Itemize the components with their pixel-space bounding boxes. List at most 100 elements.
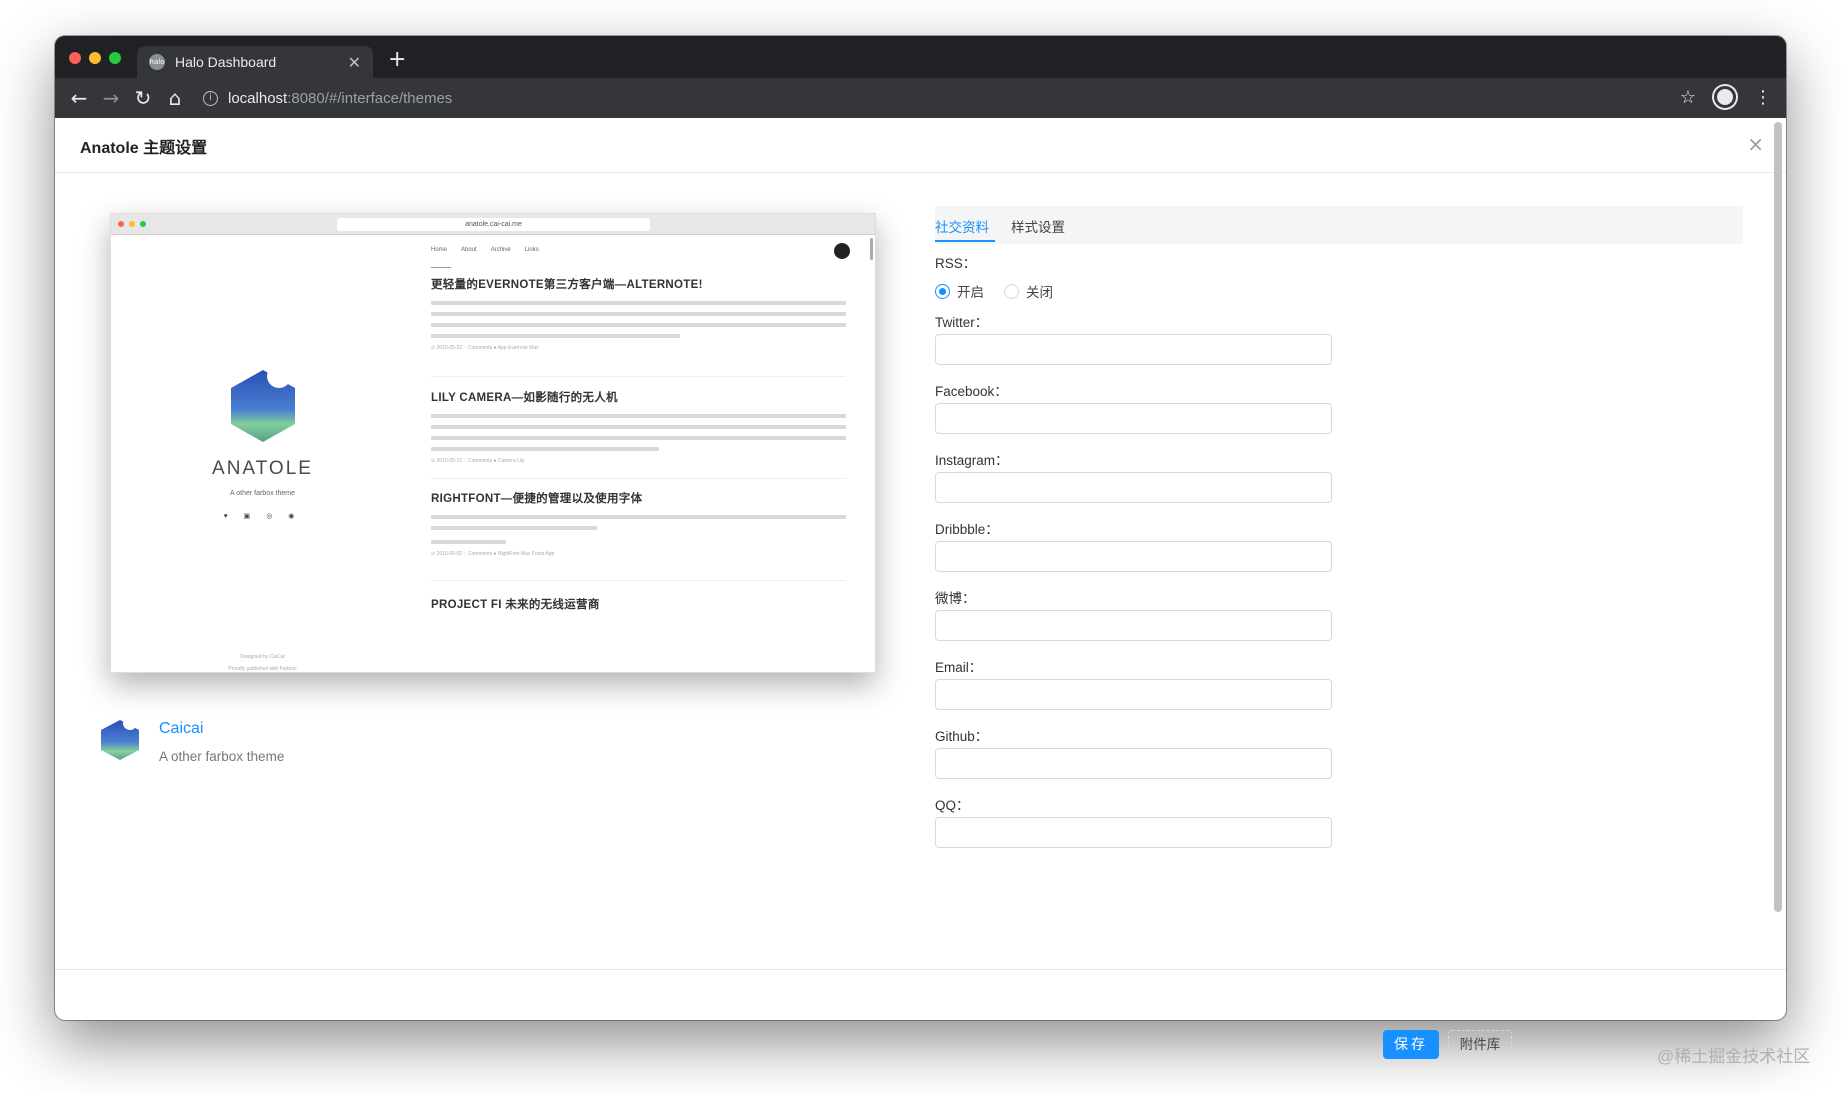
preview-social-icons: ♥ ▣ ◎ ◉ [223,513,302,520]
preview-text-line [431,323,846,327]
rss-off-label[interactable]: 关闭 [1026,281,1053,301]
preview-footer-1: Designed by CaiCai [240,654,285,660]
rss-radio-group: 开启 关闭 [935,281,1073,301]
preview-site-tagline: A other farbox theme [230,490,295,497]
preview-maximize-icon [140,221,146,227]
profile-icon[interactable] [1714,86,1736,108]
preview-text-line [431,301,846,305]
dribbble-label: Dribbble： [935,522,999,537]
preview-browser-bar: anatole.cai-cai.me [111,214,875,235]
preview-text-line [431,436,846,440]
preview-nav-item: Home [431,247,448,253]
address-bar[interactable]: i localhost:8080/#/interface/themes [203,90,452,107]
preview-text-line [431,425,846,429]
preview-post-meta: ⊙ 2015-05-12 ◌ Comments ● Camera Lily [431,458,525,464]
preview-post-title: PROJECT FI 未来的无线运营商 [431,599,600,611]
email-label: Email： [935,660,983,675]
bookmark-star-icon[interactable]: ☆ [1680,87,1696,108]
facebook-input[interactable] [935,403,1332,434]
preview-post-meta: ⊙ 2015-05-22 ◌ Comments ● App Evernote M… [431,345,539,351]
weibo-input[interactable] [935,610,1332,641]
theme-preview-image: anatole.cai-cai.me ANATOLE A other farbo… [110,213,876,673]
preview-url: anatole.cai-cai.me [337,218,650,231]
tab-close-icon[interactable]: ✕ [348,53,361,72]
back-icon[interactable]: ← [63,86,95,110]
tab-social-profile[interactable]: 社交资料 [935,216,989,236]
facebook-label: Facebook： [935,384,1008,399]
preview-post: PROJECT FI 未来的无线运营商 [431,596,846,621]
preview-post: 更轻量的EVERNOTE第三方客户端—ALTERNOTE! ⊙ 2015-05-… [431,276,846,351]
preview-post-meta: ⊙ 2015-05-02 ◌ Comments ● RightFont Mac … [431,551,555,557]
preview-nav-item: Archive [490,247,511,253]
window-controls [69,52,121,64]
new-tab-button[interactable]: + [388,48,406,72]
dribbble-input[interactable] [935,541,1332,572]
qq-input[interactable] [935,817,1332,848]
close-icon[interactable]: × [1747,132,1764,156]
preview-post: RIGHTFONT—便捷的管理以及使用字体 ⊙ 2015-05-02 ◌ Com… [431,490,846,557]
preview-text-line [431,540,506,544]
preview-divider [431,376,846,377]
preview-divider [431,580,846,581]
preview-post-title: 更轻量的EVERNOTE第三方客户端—ALTERNOTE! [431,279,703,291]
preview-close-icon [118,221,124,227]
twitter-label: Twitter： [935,315,989,330]
tab-title: Halo Dashboard [175,54,277,70]
scrollbar[interactable] [1774,122,1782,912]
forward-icon[interactable]: → [95,86,127,110]
settings-tabs: 社交资料 样式设置 [935,206,1743,244]
watermark: @稀土掘金技术社区 [1657,1047,1811,1066]
url-host: localhost [228,89,288,107]
preview-site-name: ANATOLE [212,458,313,479]
url-path: :8080/#/interface/themes [287,89,453,107]
preview-scrollbar [870,238,873,260]
anatole-logo-icon [231,366,295,442]
instagram-input[interactable] [935,472,1332,503]
email-input[interactable] [935,679,1332,710]
preview-nav-underline [431,267,451,268]
preview-post-title: LILY CAMERA—如影随行的无人机 [431,392,618,404]
tab-style-settings[interactable]: 样式设置 [1011,216,1065,236]
preview-nav-item: About [461,247,477,253]
url-text: localhost:8080/#/interface/themes [228,90,452,107]
maximize-window-icon[interactable] [109,52,121,64]
github-input[interactable] [935,748,1332,779]
preview-text-line [431,526,597,530]
theme-logo-icon [101,718,139,760]
home-icon[interactable]: ⌂ [159,86,191,110]
rss-label: RSS： [935,256,977,271]
preview-sidebar: ANATOLE A other farbox theme ♥ ▣ ◎ ◉ Des… [111,236,414,672]
footer-divider [55,969,1786,970]
twitter-input[interactable] [935,334,1332,365]
preview-text-line [431,515,846,519]
toolbar-right: ☆ ⋮ [1680,86,1772,108]
header-divider [55,172,1786,173]
rss-on-radio[interactable] [935,283,950,299]
browser-toolbar: ← → ↻ ⌂ i localhost:8080/#/interface/the… [55,78,1786,118]
preview-divider [431,478,846,479]
preview-text-line [431,334,680,338]
save-button[interactable]: 保存 [1383,1030,1439,1059]
close-window-icon[interactable] [69,52,81,64]
preview-text-line [431,414,846,418]
attachments-button[interactable]: 附件库 [1448,1030,1512,1059]
rss-on-label[interactable]: 开启 [957,281,984,301]
preview-post-title: RIGHTFONT—便捷的管理以及使用字体 [431,493,643,505]
preview-minimize-icon [129,221,135,227]
rss-off-radio[interactable] [1004,283,1019,299]
minimize-window-icon[interactable] [89,52,101,64]
theme-author-link[interactable]: Caicai [159,720,203,738]
theme-settings-modal: Anatole 主题设置 × anatole.cai-cai.me ANATOL… [55,118,1786,1020]
preview-nav: Home About Archive Links [431,247,539,253]
preview-nav-item: Links [524,247,539,253]
preview-text-line [431,447,660,451]
menu-dots-icon[interactable]: ⋮ [1754,87,1772,108]
browser-tab[interactable]: halo Halo Dashboard ✕ [137,46,373,78]
theme-description: A other farbox theme [159,749,285,764]
preview-post: LILY CAMERA—如影随行的无人机 ⊙ 2015-05-12 ◌ Comm… [431,389,846,464]
reload-icon[interactable]: ↻ [127,86,159,110]
instagram-label: Instagram： [935,453,1009,468]
active-tab-indicator [935,240,995,242]
preview-text-line [431,312,846,316]
info-icon[interactable]: i [203,90,218,106]
